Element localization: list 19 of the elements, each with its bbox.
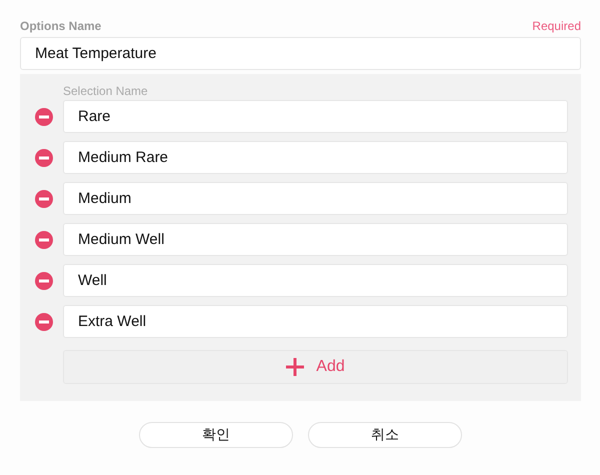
selection-field[interactable]: Medium Rare	[63, 141, 568, 174]
selection-field[interactable]: Medium Well	[63, 223, 568, 256]
field-label: Options Name	[20, 19, 102, 33]
remove-icon[interactable]	[35, 312, 53, 330]
selection-field[interactable]: Rare	[63, 100, 568, 133]
remove-icon[interactable]	[35, 108, 53, 126]
remove-icon[interactable]	[35, 148, 53, 166]
selection-field[interactable]: Extra Well	[63, 305, 568, 338]
remove-icon[interactable]	[35, 230, 53, 248]
confirm-button[interactable]: 확인	[139, 422, 293, 448]
field-label: Selection Name	[63, 84, 148, 98]
options-name-field[interactable]: Meat Temperature	[20, 37, 581, 70]
selection-field[interactable]: Medium	[63, 182, 568, 215]
selection-field[interactable]: Well	[63, 264, 568, 297]
plus-icon	[286, 358, 304, 376]
cancel-button[interactable]: 취소	[308, 422, 462, 448]
required-label: Required	[532, 19, 581, 33]
remove-icon[interactable]	[35, 190, 53, 208]
remove-icon[interactable]	[35, 272, 53, 290]
